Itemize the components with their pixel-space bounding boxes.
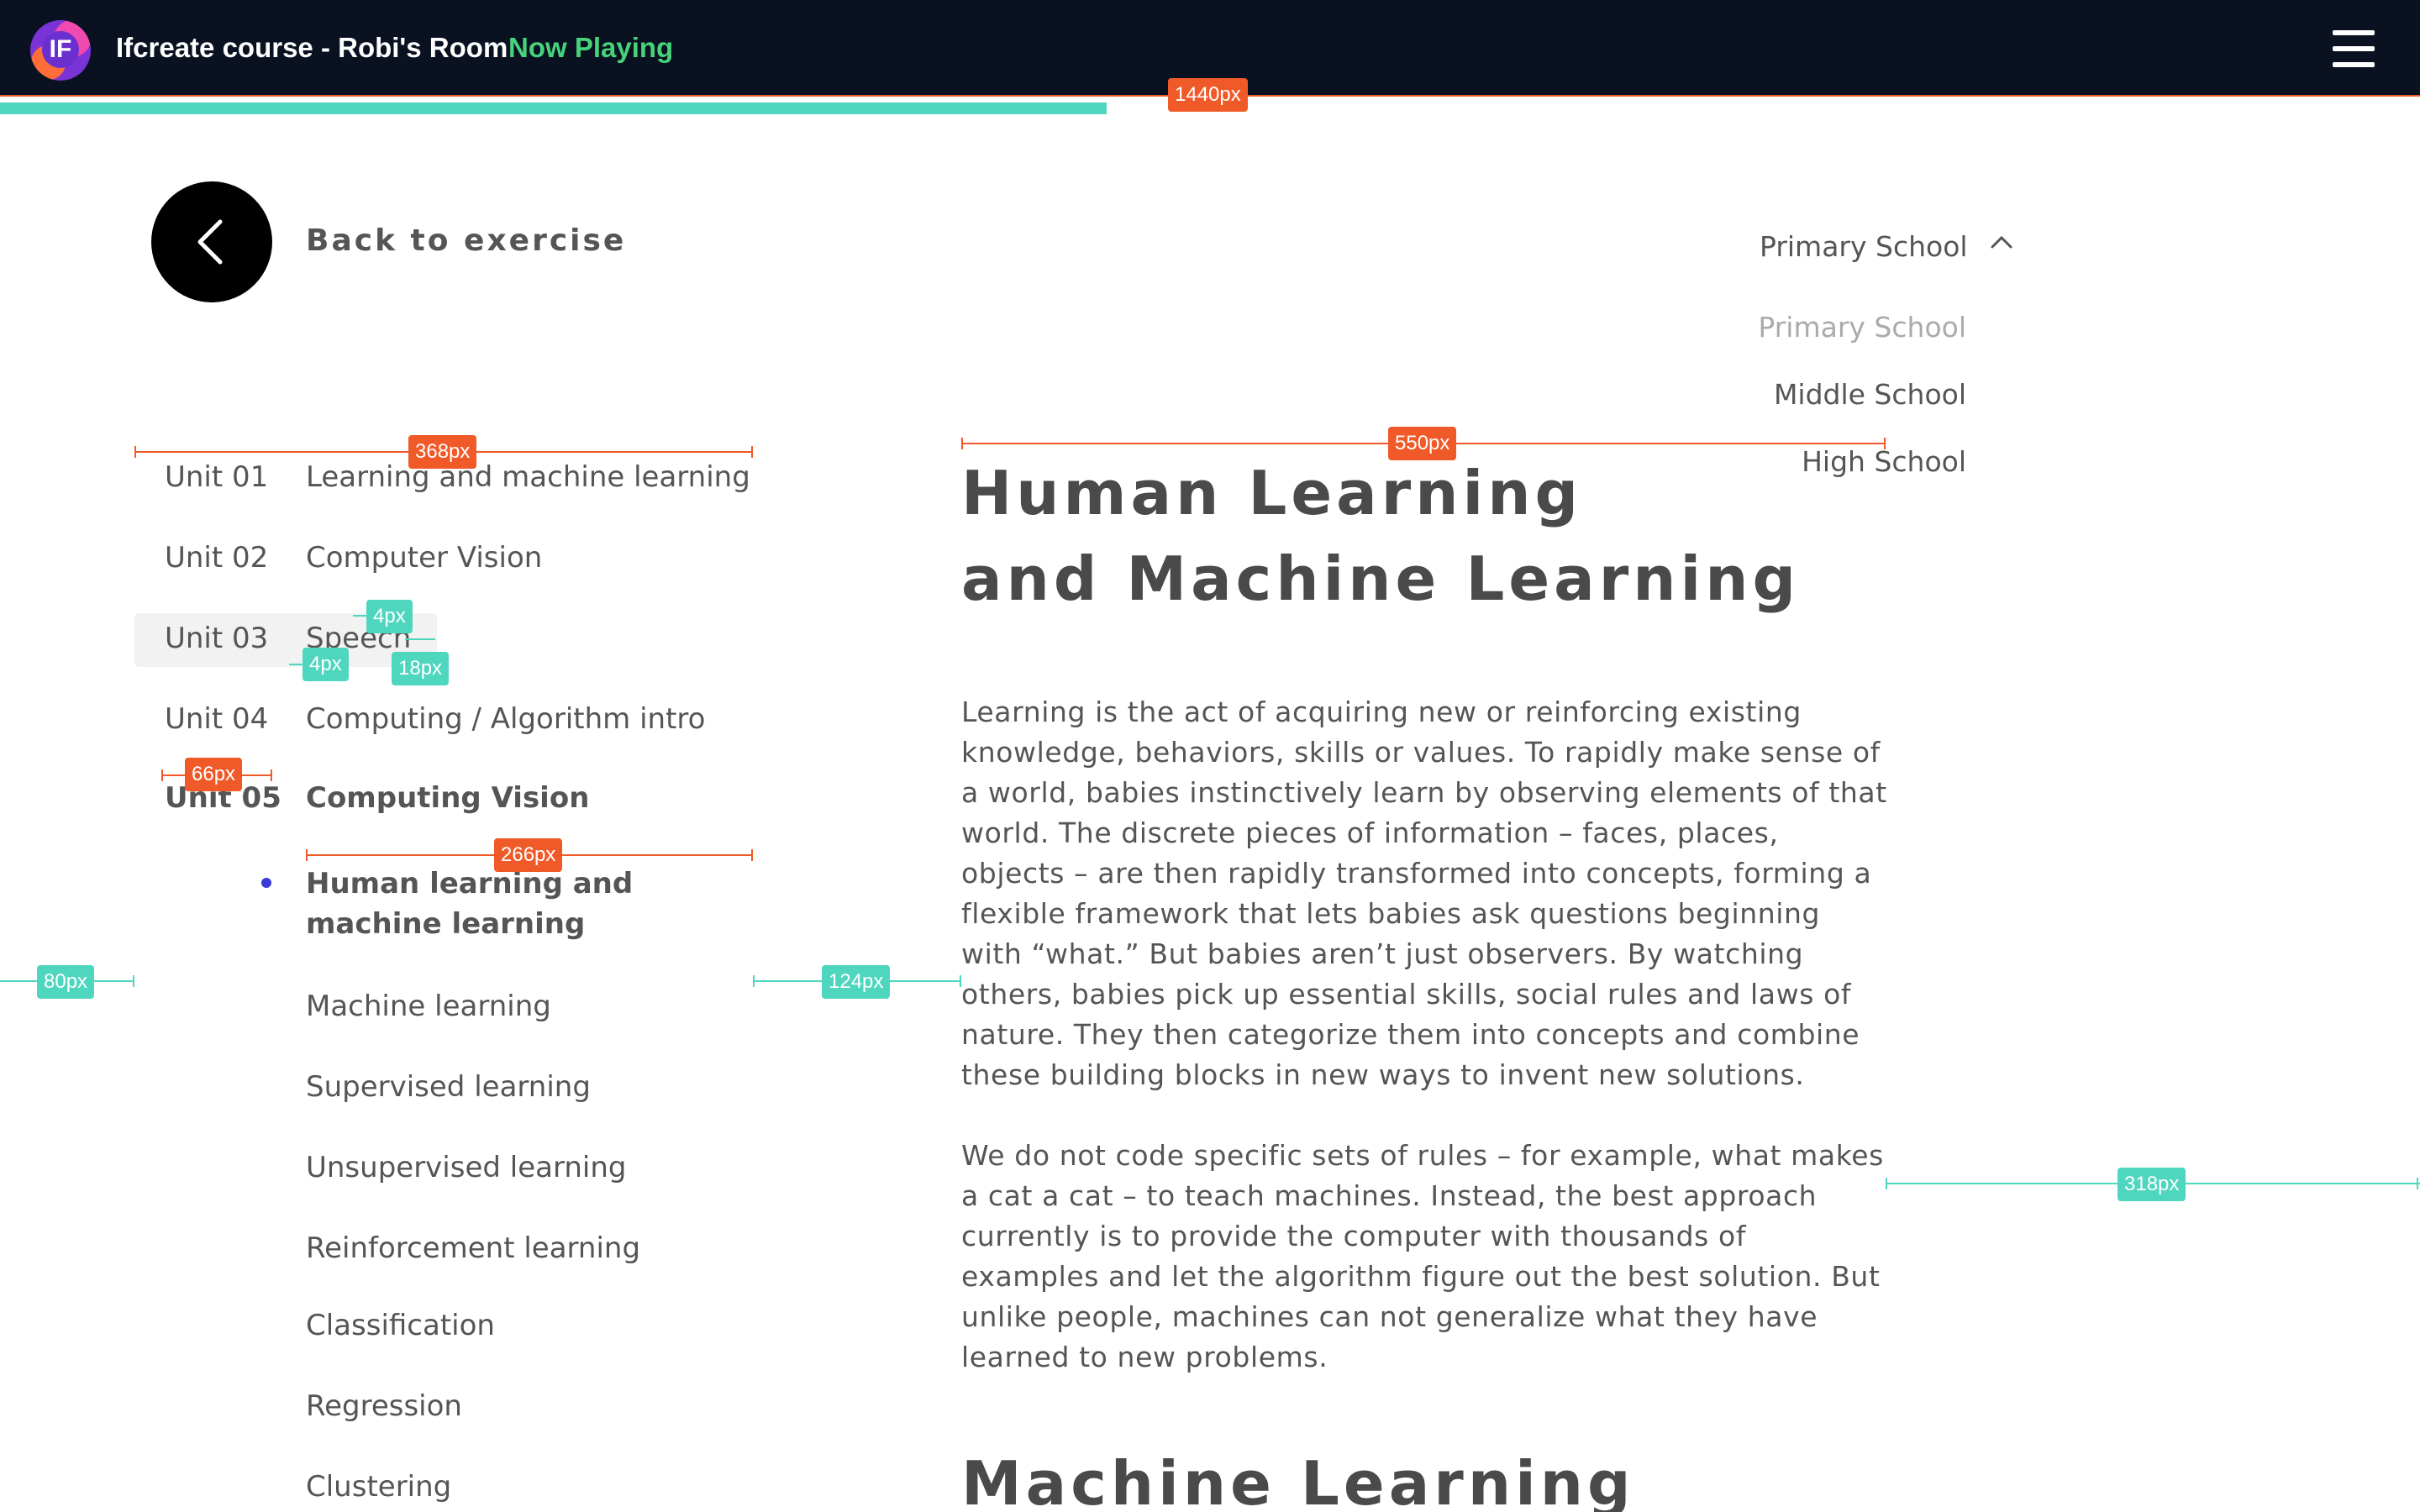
redline-tick xyxy=(161,769,163,781)
unit-title: Computer Vision xyxy=(306,541,543,575)
body-paragraph: Learning is the act of acquiring new or … xyxy=(961,696,1887,1091)
lesson-classification[interactable]: Classification xyxy=(306,1305,495,1346)
page-title-line-1: Human Learning xyxy=(961,458,1582,528)
back-to-exercise-link[interactable]: Back to exercise xyxy=(306,223,626,258)
now-playing-status: Now Playing xyxy=(508,32,674,63)
progress-fill xyxy=(0,102,1107,114)
lesson-unsupervised-learning[interactable]: Unsupervised learning xyxy=(306,1147,626,1188)
redline-line xyxy=(405,638,435,640)
section-title: Machine Learning xyxy=(961,1448,1635,1512)
lesson-clustering[interactable]: Clustering xyxy=(306,1467,451,1507)
measure-badge: 1440px xyxy=(1168,78,1248,112)
unit-title: Learning and machine learning xyxy=(306,460,750,494)
chevron-left-icon xyxy=(197,219,223,265)
app-logo[interactable]: IF xyxy=(30,20,91,81)
measure-badge: 4px xyxy=(366,600,413,633)
level-option-primary-school[interactable]: Primary School xyxy=(1758,311,1966,344)
unit-number: Unit 02 xyxy=(165,541,269,575)
unit-02-item[interactable]: Unit 02 Computer Vision xyxy=(134,533,542,586)
unit-01-item[interactable]: Unit 01 Learning and machine learning xyxy=(134,452,750,506)
redline-tick xyxy=(961,438,963,449)
page-title-line-2: and Machine Learning xyxy=(961,543,1800,614)
current-lesson-dot xyxy=(261,878,271,888)
measure-badge: 266px xyxy=(494,838,563,872)
unit-title: Computing / Algorithm intro xyxy=(306,702,706,736)
lesson-machine-learning[interactable]: Machine learning xyxy=(306,986,551,1026)
level-selected-value: Primary School xyxy=(1760,230,1968,263)
unit-number: Unit 01 xyxy=(165,460,269,494)
level-dropdown[interactable]: Primary School xyxy=(1760,230,2012,263)
measure-badge: 124px xyxy=(822,965,891,999)
body-paragraph: We do not code specific sets of rules – … xyxy=(961,1139,1884,1373)
measure-badge: 368px xyxy=(408,435,477,469)
redline-tick xyxy=(271,769,272,781)
redline-tick xyxy=(751,849,753,861)
redline-tick xyxy=(2417,1178,2418,1189)
chevron-up-icon xyxy=(1991,235,2012,249)
unit-number: Unit 03 xyxy=(165,622,269,655)
redline-tick xyxy=(1884,438,1886,449)
unit-number: Unit 04 xyxy=(165,702,269,736)
redline-line xyxy=(353,615,366,617)
unit-04-item[interactable]: Unit 04 Computing / Algorithm intro xyxy=(134,694,705,748)
hamburger-icon[interactable] xyxy=(2333,29,2375,69)
measure-badge: 4px xyxy=(302,648,349,681)
redline-tick xyxy=(960,975,961,987)
measure-badge: 66px xyxy=(185,758,243,791)
redline-tick xyxy=(134,446,136,458)
measure-badge: 18px xyxy=(392,652,450,685)
lesson-supervised-learning[interactable]: Supervised learning xyxy=(306,1067,591,1107)
course-title: Ifcreate course - Robi's Room xyxy=(116,32,508,63)
logo-text: IF xyxy=(42,31,79,68)
measure-badge: 318px xyxy=(2118,1168,2186,1201)
unit-05-item[interactable]: Unit 05 Computing Vision xyxy=(134,773,589,827)
lesson-regression[interactable]: Regression xyxy=(306,1386,462,1426)
redline-tick xyxy=(751,446,753,458)
unit-title: Computing Vision xyxy=(306,781,590,815)
page-title: Human Learning and Machine Learning xyxy=(961,450,1886,622)
lesson-reinforcement-learning[interactable]: Reinforcement learning xyxy=(306,1228,640,1268)
lesson-human-learning[interactable]: Human learning and machine learning xyxy=(306,864,760,944)
redline-tick xyxy=(1886,1178,1887,1189)
redline-line xyxy=(289,664,302,665)
level-option-middle-school[interactable]: Middle School xyxy=(1774,378,1966,411)
redline-tick xyxy=(133,975,134,987)
redline-tick xyxy=(306,849,308,861)
measure-badge: 80px xyxy=(37,965,95,999)
measure-badge: 550px xyxy=(1388,427,1457,460)
redline-tick xyxy=(753,975,755,987)
back-button[interactable] xyxy=(151,181,272,302)
